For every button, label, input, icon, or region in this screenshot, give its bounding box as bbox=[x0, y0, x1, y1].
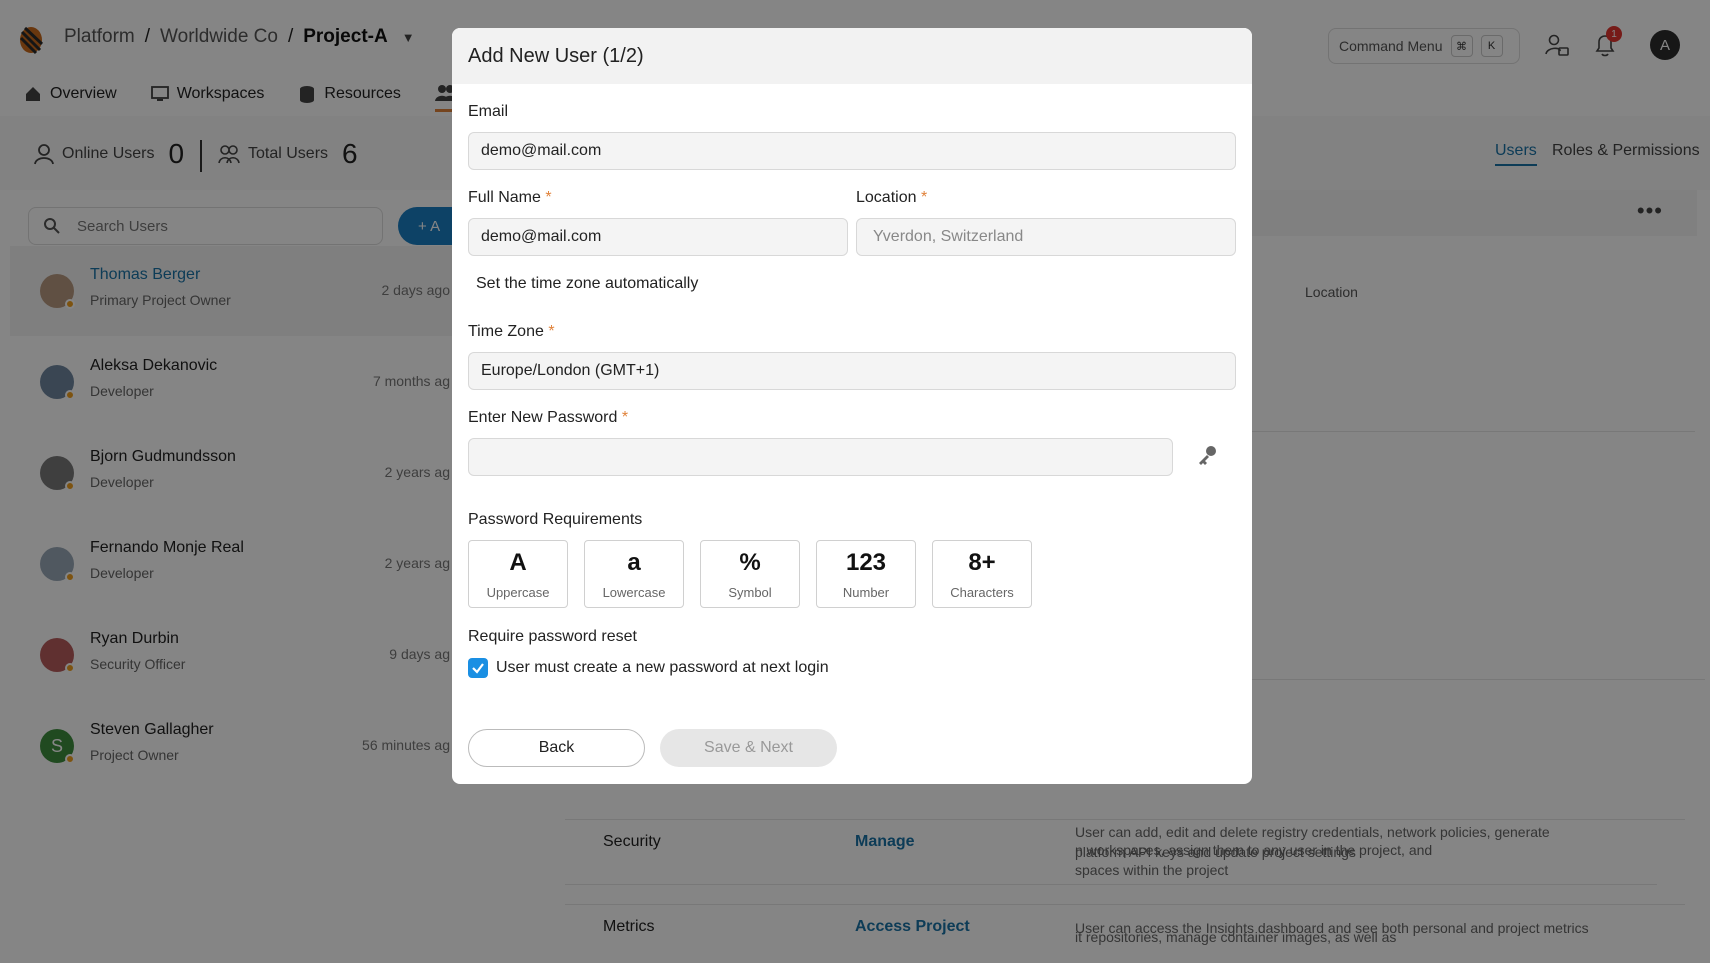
required-marker: * bbox=[548, 323, 555, 340]
save-next-button[interactable]: Save & Next bbox=[660, 729, 837, 767]
location-label: Location * bbox=[856, 189, 928, 206]
requirement-caption: Number bbox=[842, 585, 890, 600]
password-field[interactable] bbox=[468, 438, 1173, 476]
add-user-dialog: Add New User (1/2) Email demo@mail.com F… bbox=[452, 28, 1252, 784]
password-requirements-label: Password Requirements bbox=[468, 511, 643, 528]
requirement-characters: 8+ Characters bbox=[932, 540, 1032, 608]
requirement-uppercase: A Uppercase bbox=[468, 540, 568, 608]
fullname-value: demo@mail.com bbox=[481, 228, 602, 245]
timezone-auto-option[interactable]: Set the time zone automatically bbox=[476, 275, 698, 293]
dialog-title: Add New User (1/2) bbox=[468, 44, 644, 67]
email-value: demo@mail.com bbox=[481, 142, 602, 159]
checkmark-icon bbox=[472, 663, 484, 674]
requirement-symbol: a bbox=[627, 549, 641, 576]
required-marker: * bbox=[545, 189, 552, 206]
fullname-label: Full Name * bbox=[468, 189, 552, 206]
required-marker: * bbox=[920, 189, 928, 206]
requirement-symbol: % bbox=[739, 549, 761, 576]
requirement-number: 123 Number bbox=[816, 540, 916, 608]
required-marker: * bbox=[621, 409, 629, 426]
location-field[interactable]: Yverdon, Switzerland bbox=[856, 218, 1236, 256]
fullname-field[interactable]: demo@mail.com bbox=[468, 218, 848, 256]
requirement-symbol: A bbox=[509, 549, 527, 576]
requirement-symbol: 8+ bbox=[968, 549, 996, 576]
timezone-select[interactable]: Europe/London (GMT+1) bbox=[468, 352, 1236, 390]
dialog-header: Add New User (1/2) bbox=[452, 28, 1252, 84]
requirement-symbol: 123 bbox=[845, 549, 887, 576]
requirement-caption: Uppercase bbox=[486, 585, 550, 600]
email-label: Email bbox=[468, 103, 509, 120]
timezone-label: Time Zone * bbox=[468, 323, 555, 340]
back-button[interactable]: Back bbox=[468, 729, 645, 767]
require-reset-label: Require password reset bbox=[468, 628, 637, 645]
password-label: Enter New Password * bbox=[468, 409, 629, 426]
requirement-symbol: % Symbol bbox=[700, 540, 800, 608]
requirement-caption: Symbol bbox=[728, 585, 772, 600]
requirement-caption: Characters bbox=[950, 585, 1014, 600]
timezone-value: Europe/London (GMT+1) bbox=[481, 362, 660, 379]
key-icon[interactable] bbox=[1196, 444, 1218, 466]
require-reset-checkbox[interactable] bbox=[468, 658, 488, 678]
email-field[interactable]: demo@mail.com bbox=[468, 132, 1236, 170]
location-placeholder: Yverdon, Switzerland bbox=[873, 228, 1024, 245]
requirement-lowercase: a Lowercase bbox=[584, 540, 684, 608]
require-reset-checkbox-label[interactable]: User must create a new password at next … bbox=[496, 659, 829, 677]
requirement-caption: Lowercase bbox=[602, 585, 666, 600]
